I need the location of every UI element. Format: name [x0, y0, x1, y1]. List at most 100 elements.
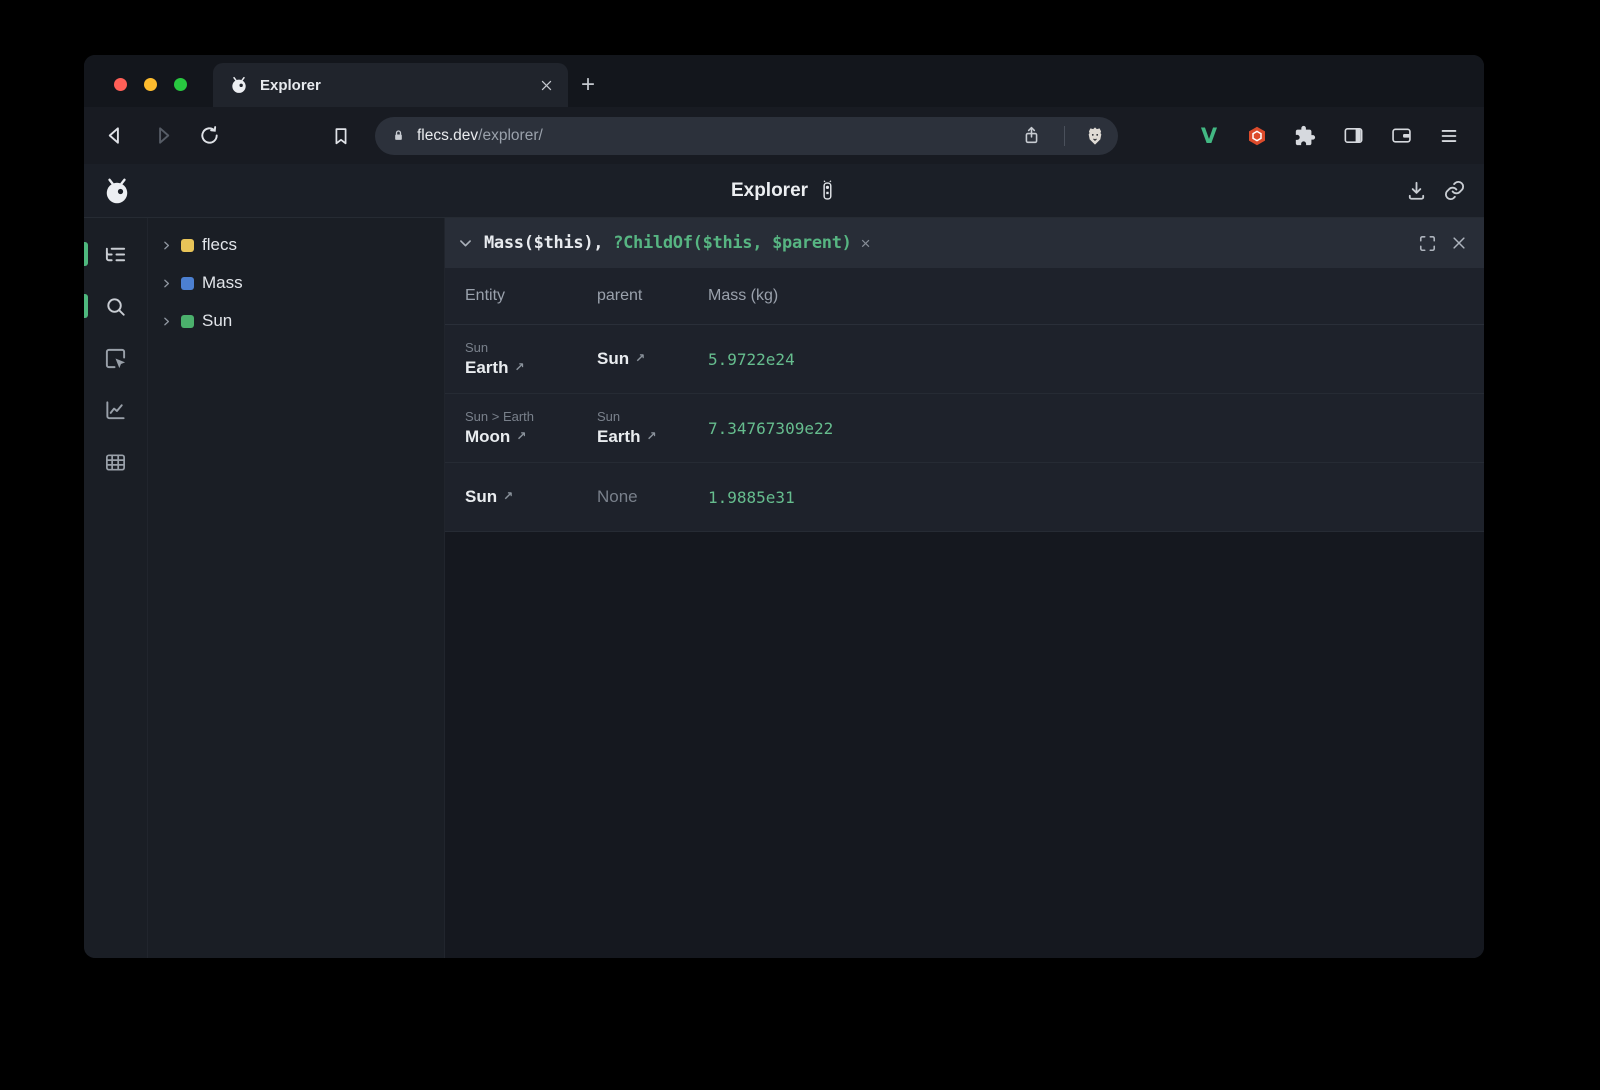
browser-window: Explorer +: [84, 55, 1484, 958]
reload-icon[interactable]: [192, 119, 226, 153]
link-icon[interactable]: [1443, 179, 1466, 202]
entity-color-square: [181, 315, 194, 328]
search-icon: [104, 295, 127, 318]
traffic-lights: [114, 78, 187, 91]
extensions-puzzle-icon[interactable]: [1288, 119, 1322, 153]
open-entity-icon[interactable]: ↗: [514, 360, 524, 374]
mass-value: 5.9722e24: [708, 350, 1484, 369]
tree-item-label: flecs: [202, 235, 237, 255]
rail-item-inspect[interactable]: [84, 332, 147, 384]
zoom-window-button[interactable]: [174, 78, 187, 91]
table-row[interactable]: Sun ↗ None 1.9885e31: [445, 463, 1484, 532]
parent-cell: None: [597, 487, 708, 507]
entity-parent-path: Sun: [465, 340, 597, 355]
brave-shields-icon[interactable]: [1084, 125, 1106, 147]
tree-item-label: Mass: [202, 273, 243, 293]
forward-icon[interactable]: [145, 119, 179, 153]
query-term-childof: ?ChildOf($this, $parent): [613, 233, 851, 253]
column-header-parent[interactable]: parent: [597, 287, 708, 305]
close-panel-icon[interactable]: [1450, 234, 1468, 252]
rail-item-tree[interactable]: [84, 228, 147, 280]
tree-item-sun[interactable]: Sun: [148, 302, 444, 340]
back-icon[interactable]: [98, 119, 132, 153]
urlbar-separator: [1064, 126, 1065, 146]
column-header-entity[interactable]: Entity: [465, 287, 597, 305]
rail-item-data[interactable]: [84, 436, 147, 488]
download-icon[interactable]: [1405, 179, 1428, 202]
minimize-window-button[interactable]: [144, 78, 157, 91]
table-row[interactable]: Sun Earth ↗ Sun ↗ 5.9722e24: [445, 325, 1484, 394]
tree-item-flecs[interactable]: flecs: [148, 226, 444, 264]
query-expression[interactable]: Mass($this), ?ChildOf($this, $parent): [484, 233, 852, 253]
chevron-right-icon[interactable]: [160, 239, 173, 252]
parent-none-label: None: [597, 487, 708, 507]
close-tab-icon[interactable]: [539, 78, 554, 93]
entity-color-square: [181, 277, 194, 290]
open-entity-icon[interactable]: ↗: [635, 351, 645, 365]
bookmark-icon[interactable]: [324, 119, 358, 153]
entity-name: Sun: [465, 487, 497, 507]
page-title-group: Explorer: [731, 180, 837, 202]
entity-tree-panel: flecs Mass Sun: [148, 218, 445, 958]
entity-link[interactable]: Earth ↗: [465, 358, 597, 378]
sidebar-toggle-icon[interactable]: [1336, 119, 1370, 153]
parent-cell: Sun ↗: [597, 349, 708, 369]
results-empty-area: [445, 532, 1484, 958]
rail-item-stats[interactable]: [84, 384, 147, 436]
parent-link[interactable]: Earth ↗: [597, 427, 708, 447]
table-header-row: Entity parent Mass (kg): [445, 268, 1484, 325]
app-header: Explorer: [84, 164, 1484, 218]
entity-name: Moon: [465, 427, 510, 447]
tab-title: Explorer: [260, 77, 528, 94]
tree-item-label: Sun: [202, 311, 232, 331]
entity-link[interactable]: Sun ↗: [465, 487, 597, 507]
entity-parent-path: Sun > Earth: [465, 409, 597, 424]
entity-cell: Sun Earth ↗: [465, 340, 597, 378]
vue-devtools-icon[interactable]: V: [1192, 119, 1226, 153]
open-entity-icon[interactable]: ↗: [646, 429, 656, 443]
parent-link[interactable]: Sun ↗: [597, 349, 708, 369]
mass-value: 1.9885e31: [708, 488, 1484, 507]
share-icon[interactable]: [1017, 119, 1045, 153]
rail-item-search[interactable]: [84, 280, 147, 332]
parent-name: Earth: [597, 427, 640, 447]
new-tab-button[interactable]: +: [568, 63, 608, 107]
chart-icon: [104, 399, 127, 422]
mass-cell: 5.9722e24: [708, 350, 1484, 369]
chevron-down-icon[interactable]: [457, 235, 474, 252]
address-bar[interactable]: flecs.dev/explorer/: [375, 117, 1118, 155]
open-entity-icon[interactable]: ↗: [516, 429, 526, 443]
entity-link[interactable]: Moon ↗: [465, 427, 597, 447]
app-body: flecs Mass Sun: [84, 218, 1484, 958]
mass-cell: 1.9885e31: [708, 488, 1484, 507]
browser-tab[interactable]: Explorer: [213, 63, 568, 107]
clear-query-icon[interactable]: ×: [861, 235, 871, 252]
extension-icons: V: [1192, 119, 1466, 153]
wallet-icon[interactable]: [1384, 119, 1418, 153]
inspect-icon: [104, 347, 127, 370]
chevron-right-icon[interactable]: [160, 315, 173, 328]
menu-icon[interactable]: [1432, 119, 1466, 153]
column-header-mass[interactable]: Mass (kg): [708, 287, 1484, 305]
query-panel: Mass($this), ?ChildOf($this, $parent) × …: [445, 218, 1484, 958]
expand-panel-icon[interactable]: [1418, 234, 1437, 253]
tree-item-mass[interactable]: Mass: [148, 264, 444, 302]
tree-icon: [104, 243, 127, 266]
navigation-bar: flecs.dev/explorer/ V: [84, 107, 1484, 164]
hexagon-extension-icon[interactable]: [1240, 119, 1274, 153]
table-row[interactable]: Sun > Earth Moon ↗ Sun Earth ↗ 7.3476730…: [445, 394, 1484, 463]
tab-strip: Explorer +: [84, 55, 1484, 107]
mass-cell: 7.34767309e22: [708, 419, 1484, 438]
lock-icon: [389, 126, 408, 145]
close-window-button[interactable]: [114, 78, 127, 91]
url-path: /explorer/: [478, 127, 543, 144]
flecs-logo[interactable]: [102, 176, 132, 206]
query-bar[interactable]: Mass($this), ?ChildOf($this, $parent) ×: [445, 218, 1484, 268]
chevron-right-icon[interactable]: [160, 277, 173, 290]
url-text: flecs.dev/explorer/: [417, 127, 1008, 145]
open-entity-icon[interactable]: ↗: [503, 489, 513, 503]
controller-icon: [818, 180, 837, 202]
icon-rail: [84, 218, 148, 958]
entity-cell: Sun > Earth Moon ↗: [465, 409, 597, 447]
parent-name: Sun: [597, 349, 629, 369]
